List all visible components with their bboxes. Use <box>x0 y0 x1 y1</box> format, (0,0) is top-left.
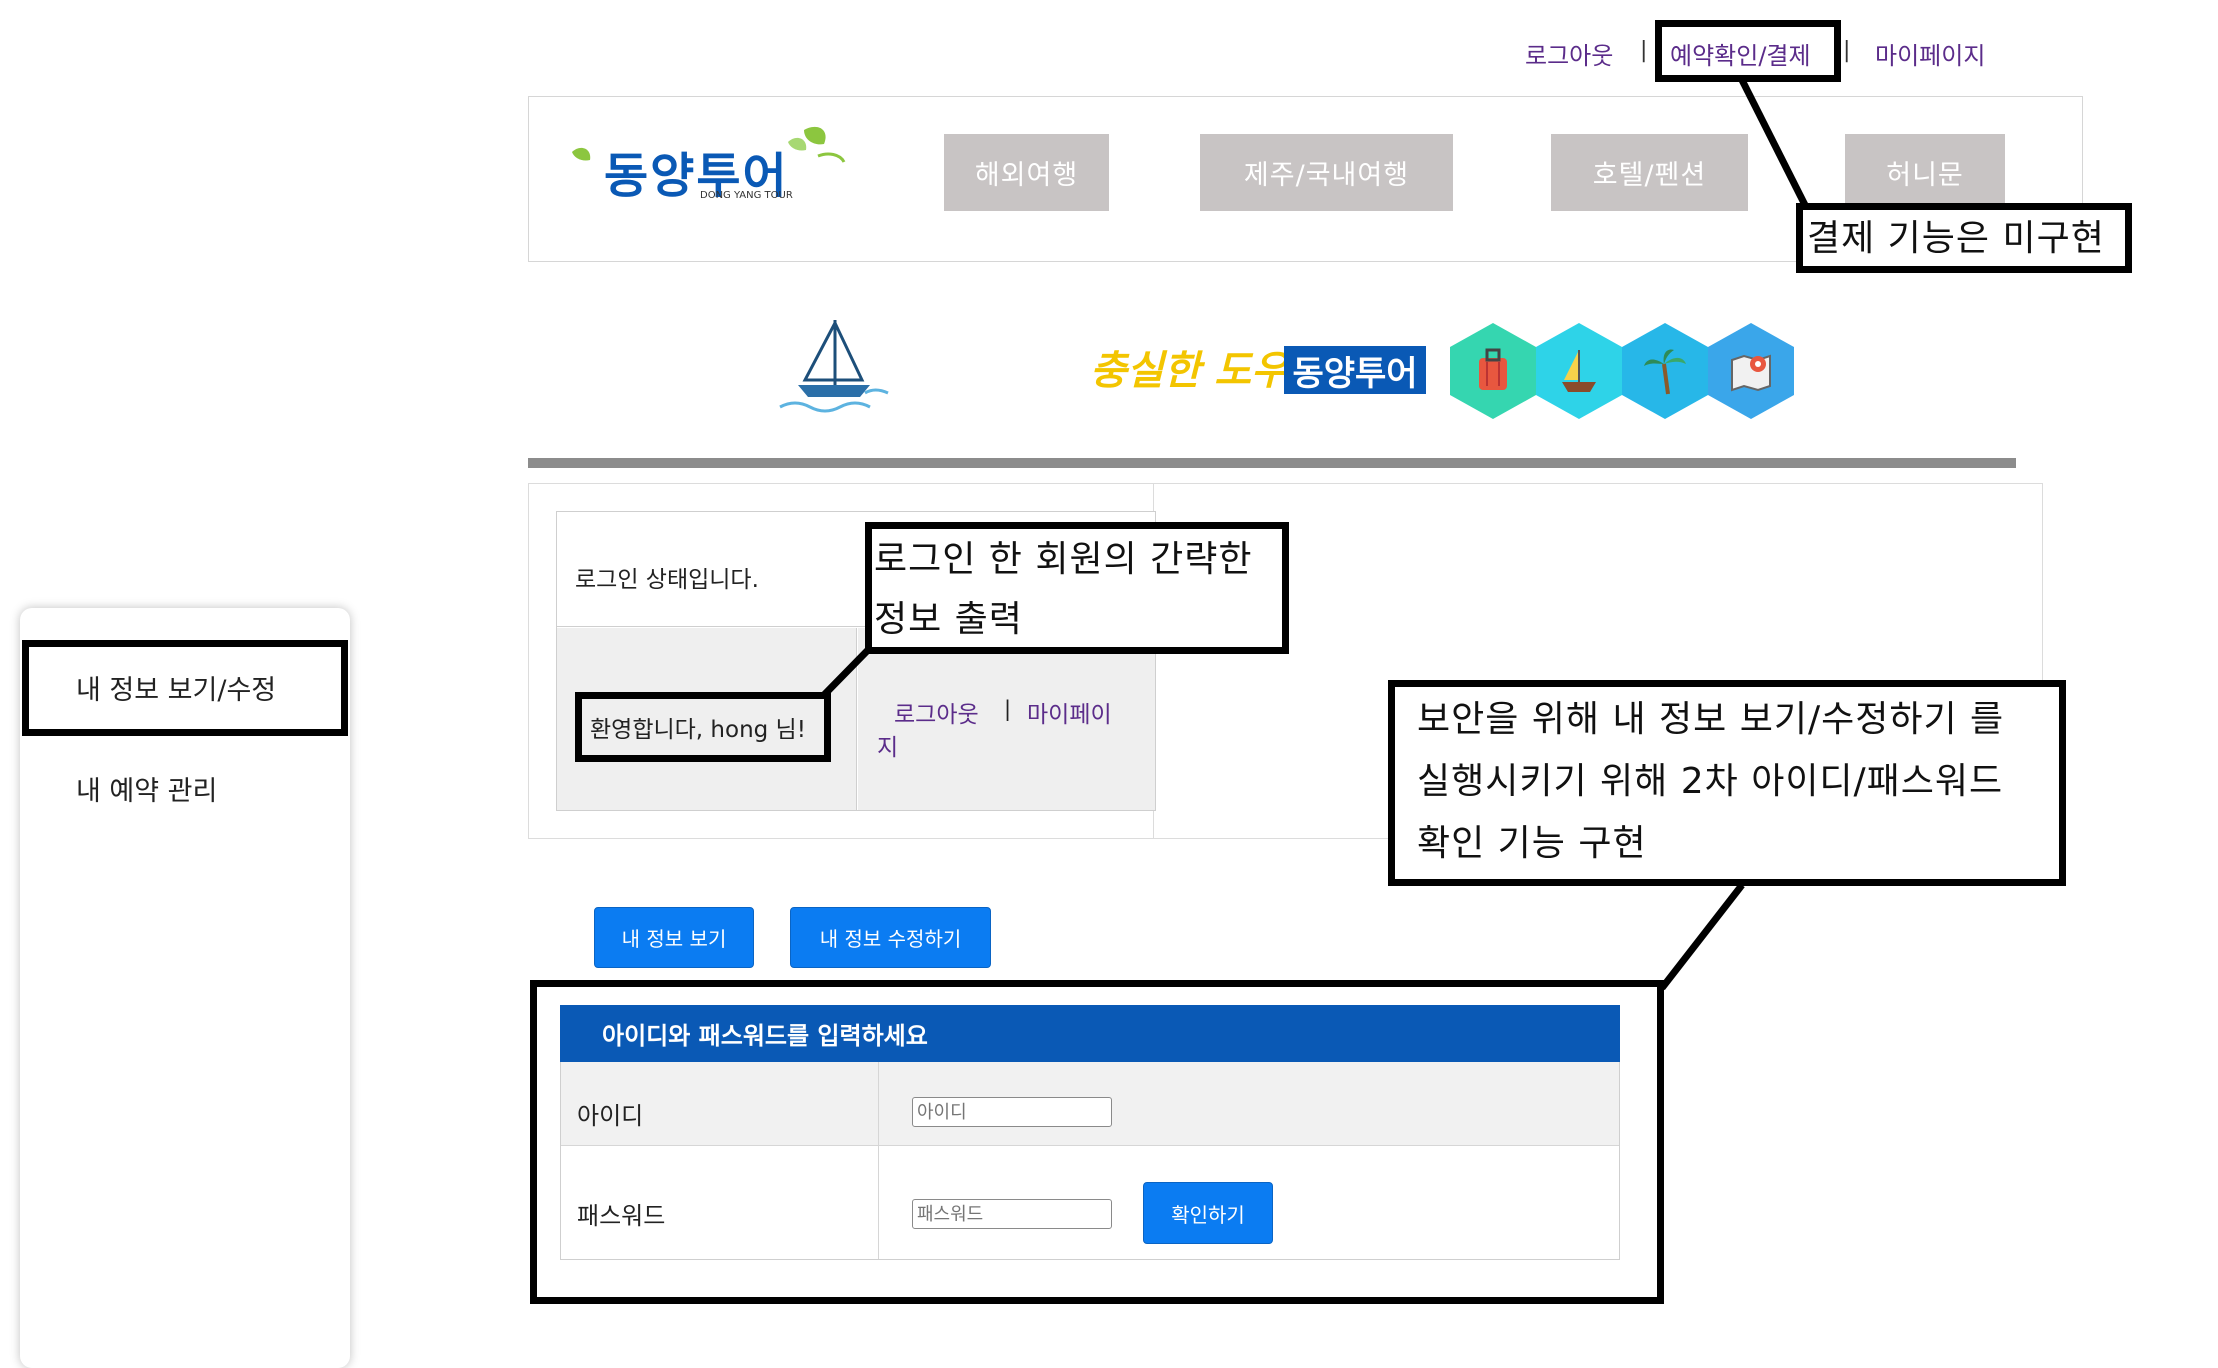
header-divider <box>528 458 2016 468</box>
nav-hotel-pension[interactable]: 호텔/펜션 <box>1551 134 1748 211</box>
annotation-payment-text: 결제 기능은 미구현 <box>1807 218 2105 259</box>
map-pin-icon <box>1708 323 1794 419</box>
view-info-button[interactable]: 내 정보 보기 <box>594 907 754 968</box>
annotation-security: 보안을 위해 내 정보 보기/수정하기 를 실행시키기 위해 2차 아이디/패스… <box>1388 680 2066 886</box>
sailboat-icon <box>779 320 889 413</box>
nav-overseas[interactable]: 해외여행 <box>944 134 1109 211</box>
login-status-text: 로그인 상태입니다. <box>575 567 759 593</box>
annotation-payment: 결제 기능은 미구현 <box>1796 203 2132 273</box>
annotation-login-text-2: 정보 출력 <box>874 599 1023 640</box>
banner-brand: 동양투어 <box>1284 346 1426 394</box>
nav-honeymoon[interactable]: 허니문 <box>1845 134 2005 211</box>
panel-mypage-link[interactable]: 마이페이 <box>1027 695 1112 729</box>
nav-jeju-domestic[interactable]: 제주/국내여행 <box>1200 134 1453 211</box>
panel-logout-link[interactable]: 로그아웃 <box>894 695 979 729</box>
annotation-highlight-welcome <box>575 692 831 762</box>
separator: | <box>1843 38 1851 63</box>
site-logo[interactable]: 동양투어 DONG YANG TOUR <box>568 122 848 212</box>
annotation-highlight-auth-form <box>530 980 1664 1304</box>
panel-mypage-link-wrap[interactable]: 지 <box>877 728 898 762</box>
ship-icon <box>1536 323 1622 419</box>
annotation-security-text-1: 보안을 위해 내 정보 보기/수정하기 를 <box>1417 699 2005 740</box>
annotation-highlight-sidebar <box>22 640 348 736</box>
annotation-highlight-reservation <box>1655 20 1841 82</box>
logo-subtext: DONG YANG TOUR <box>700 190 793 201</box>
logout-link[interactable]: 로그아웃 <box>1525 36 1613 71</box>
annotation-security-text-2: 실행시키기 위해 2차 아이디/패스워드 <box>1417 761 2004 802</box>
annotation-login-info: 로그인 한 회원의 간략한 정보 출력 <box>865 522 1289 654</box>
mypage-link[interactable]: 마이페이지 <box>1875 36 1985 71</box>
palm-tree-icon <box>1622 323 1708 419</box>
separator: | <box>1004 697 1012 721</box>
annotation-security-text-3: 확인 기능 구현 <box>1417 823 1647 864</box>
separator: | <box>1640 38 1648 63</box>
edit-info-button[interactable]: 내 정보 수정하기 <box>790 907 991 968</box>
luggage-icon <box>1450 323 1536 419</box>
sidebar-item-my-reservations[interactable]: 내 예약 관리 <box>76 769 217 808</box>
annotation-login-text-1: 로그인 한 회원의 간략한 <box>874 539 1253 580</box>
